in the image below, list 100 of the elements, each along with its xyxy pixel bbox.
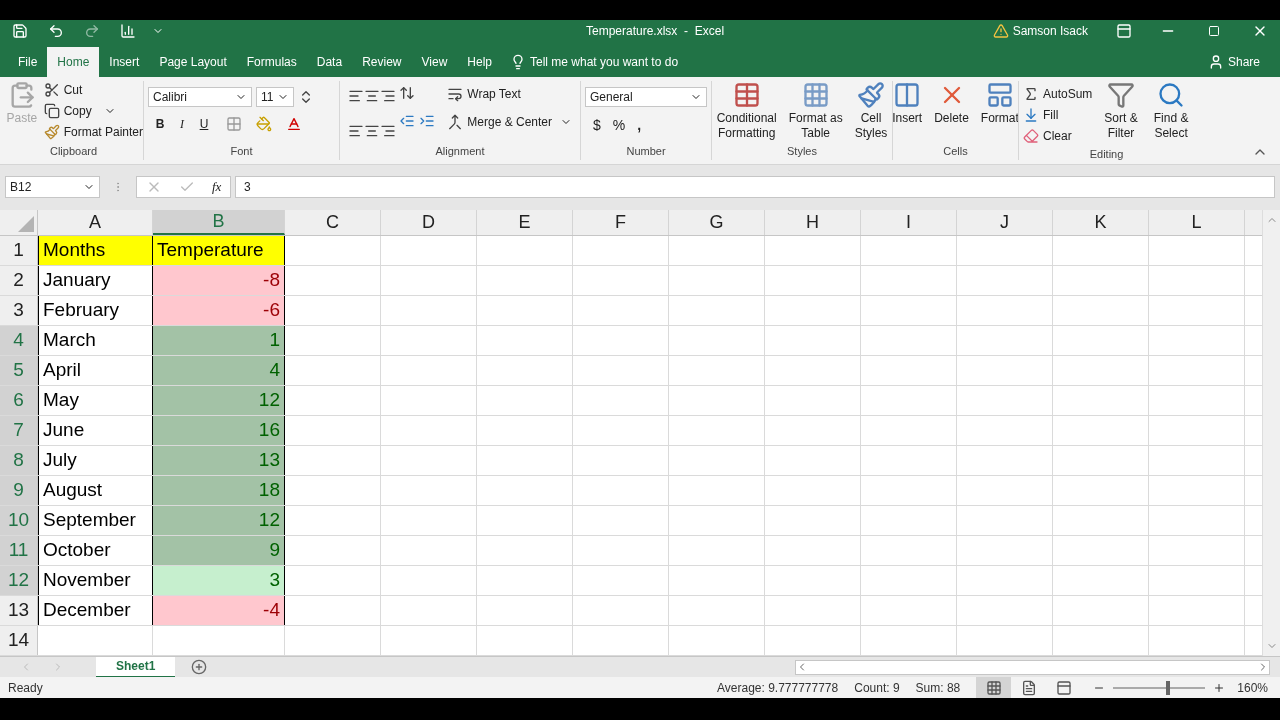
- chart-icon[interactable]: [120, 23, 136, 39]
- table-cell: February: [38, 296, 153, 325]
- ribbon-button[interactable]: Sort & Filter: [1100, 81, 1142, 145]
- copy-button[interactable]: Copy: [43, 102, 143, 120]
- restore-icon[interactable]: [1208, 25, 1220, 37]
- row-header[interactable]: 11: [0, 536, 38, 565]
- table-cell: 1: [153, 326, 285, 355]
- font-name-field[interactable]: Calibri: [148, 87, 252, 107]
- table-cell: 18: [153, 476, 285, 505]
- save-icon[interactable]: [12, 23, 28, 39]
- number-format-field[interactable]: General: [585, 87, 707, 107]
- table-icon: [732, 81, 761, 109]
- column-header[interactable]: H: [765, 210, 861, 235]
- row-header[interactable]: 1: [0, 236, 38, 265]
- ribbon-button[interactable]: Delete: [930, 81, 973, 142]
- row-header[interactable]: 4: [0, 326, 38, 355]
- table-cell: 9: [153, 536, 285, 565]
- row-header[interactable]: 6: [0, 386, 38, 415]
- warning-icon: [992, 23, 1009, 39]
- column-header[interactable]: B: [153, 210, 285, 235]
- table-cell: October: [38, 536, 153, 565]
- column-header[interactable]: K: [1053, 210, 1149, 235]
- ribbon-button[interactable]: Format as Table: [784, 81, 847, 142]
- indent-increase-icon[interactable]: [419, 113, 436, 129]
- column-header[interactable]: C: [285, 210, 381, 235]
- tell-me-field[interactable]: Tell me what you want to do: [510, 47, 679, 77]
- formula-field[interactable]: 3: [235, 175, 1275, 198]
- font-size-field[interactable]: 11: [256, 87, 294, 107]
- row-header[interactable]: 13: [0, 596, 38, 625]
- group-label: Number: [626, 145, 666, 157]
- row-header[interactable]: 7: [0, 416, 38, 445]
- group-label: Font: [230, 145, 253, 157]
- borders-icon[interactable]: [226, 116, 242, 132]
- table-cell: Temperature: [153, 236, 285, 265]
- format-painter-button[interactable]: Format Painter: [43, 123, 143, 141]
- table-cell: 16: [153, 416, 285, 445]
- column-header[interactable]: D: [381, 210, 477, 235]
- zoom-slider-thumb[interactable]: [1166, 680, 1171, 695]
- ribbon-tab[interactable]: File: [8, 47, 48, 77]
- ribbon-tab[interactable]: Help: [457, 47, 502, 77]
- percent-button[interactable]: %: [612, 115, 626, 136]
- ribbon-tab[interactable]: Page Layout: [149, 47, 237, 77]
- view-button[interactable]: [976, 677, 1012, 698]
- cut-button[interactable]: Cut: [43, 81, 143, 99]
- table-cell: -4: [153, 596, 285, 625]
- ribbon-tab[interactable]: Insert: [99, 47, 150, 77]
- font-color-icon[interactable]: [286, 116, 302, 132]
- fill-button[interactable]: Fill: [1023, 106, 1093, 124]
- orientation-icon[interactable]: [399, 85, 416, 101]
- table-cell: -6: [153, 296, 285, 325]
- row-header[interactable]: 12: [0, 566, 38, 595]
- currency-button[interactable]: $: [593, 115, 601, 136]
- page-break-icon: [1055, 679, 1072, 696]
- row-header[interactable]: 2: [0, 266, 38, 295]
- column-header[interactable]: I: [861, 210, 957, 235]
- fill-color-icon[interactable]: [256, 116, 272, 132]
- row-header[interactable]: 14: [0, 626, 38, 655]
- sheet-tab[interactable]: Sheet1: [96, 656, 176, 678]
- column-header[interactable]: G: [669, 210, 765, 235]
- clear-button[interactable]: Clear: [1023, 127, 1093, 145]
- row-header[interactable]: 3: [0, 296, 38, 325]
- ribbon-tab[interactable]: View: [411, 47, 458, 77]
- search-icon: [1157, 81, 1186, 109]
- add-sheet-icon[interactable]: [191, 659, 208, 675]
- undo-icon[interactable]: [48, 23, 64, 39]
- bold-button[interactable]: B: [152, 115, 168, 133]
- column-header[interactable]: E: [477, 210, 573, 235]
- ribbon-button[interactable]: Format: [976, 81, 1023, 142]
- ribbon-tab[interactable]: Formulas: [236, 47, 307, 77]
- autosum-button[interactable]: AutoSum: [1023, 85, 1093, 103]
- row-header[interactable]: 10: [0, 506, 38, 535]
- comma-button[interactable]: ,: [637, 115, 642, 136]
- ribbon-button[interactable]: Conditional Formatting: [712, 81, 781, 142]
- column-header[interactable]: J: [957, 210, 1053, 235]
- name-box[interactable]: B12: [5, 175, 100, 198]
- ribbon-display-icon[interactable]: [1116, 23, 1132, 39]
- scissors-icon: [43, 82, 60, 98]
- row-header[interactable]: 8: [0, 446, 38, 475]
- group-label: Editing: [1089, 148, 1124, 160]
- function-icon[interactable]: fx: [212, 176, 222, 197]
- table-cell: December: [38, 596, 153, 625]
- underline-button[interactable]: U: [196, 115, 212, 133]
- column-header[interactable]: L: [1149, 210, 1245, 235]
- share-button[interactable]: Share: [1207, 47, 1260, 77]
- row-header[interactable]: 5: [0, 356, 38, 385]
- ribbon-tab[interactable]: Home: [47, 47, 100, 77]
- ribbon-tab[interactable]: Data: [306, 47, 353, 77]
- wrap-text-button[interactable]: Wrap Text: [447, 85, 572, 103]
- group-label: Alignment: [435, 145, 485, 157]
- normal-view-icon: [985, 679, 1002, 696]
- column-header[interactable]: F: [573, 210, 669, 235]
- indent-decrease-icon[interactable]: [399, 113, 416, 129]
- zoom-in-icon[interactable]: [1213, 681, 1226, 694]
- ribbon-button[interactable]: Find & Select: [1149, 81, 1193, 145]
- merge-center-button[interactable]: Merge & Center: [447, 113, 572, 131]
- fill-down-icon: [1023, 107, 1039, 123]
- row-header[interactable]: 9: [0, 476, 38, 505]
- window-title: Temperature.xlsx - Excel: [586, 23, 725, 40]
- ribbon-tab[interactable]: Review: [352, 47, 412, 77]
- italic-button[interactable]: I: [174, 115, 190, 133]
